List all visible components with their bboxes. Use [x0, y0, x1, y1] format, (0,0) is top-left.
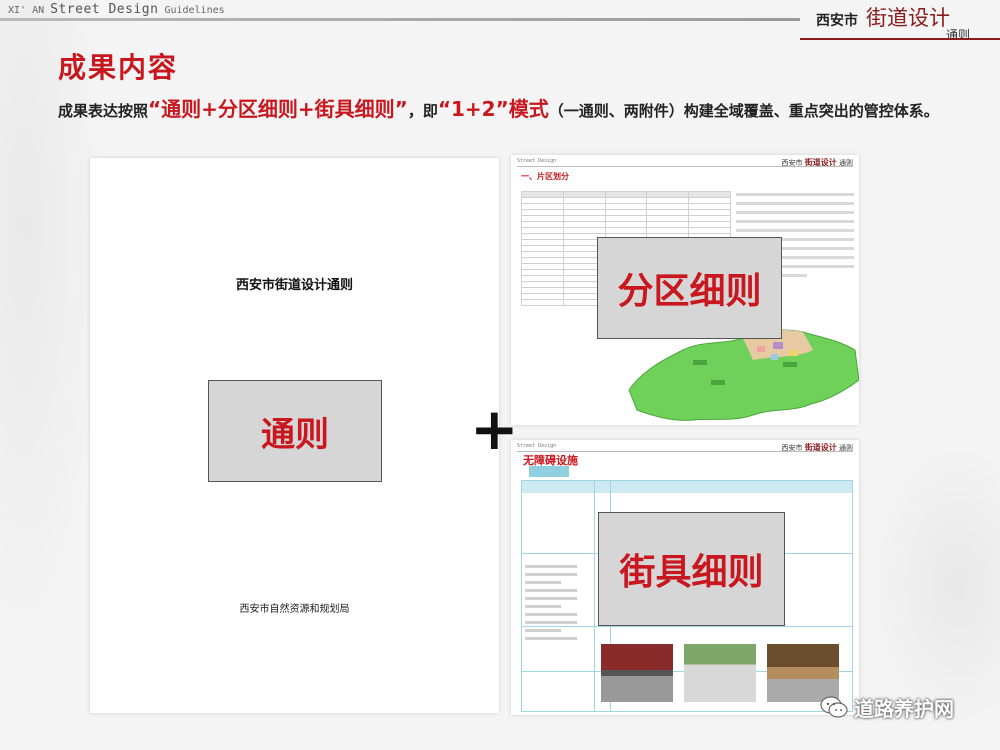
header-prefix: XI' AN [8, 5, 45, 16]
watermark: 道路养护网 [820, 692, 954, 722]
furniture-issue-list [525, 565, 577, 645]
street-furniture-label-box: 街具细则 [598, 512, 785, 626]
zone-section-title: 一、片区划分 [521, 172, 569, 181]
text-line [736, 193, 854, 196]
header-subtitle: 通则 [946, 28, 971, 42]
document-issuer: 西安市自然资源和规划局 [239, 604, 350, 615]
intro-text-3: （一通则、两附件）构建全域覆盖、重点突出的管控体系。 [548, 102, 939, 120]
intro-paragraph: 成果表达按照“通则+分区细则+街具细则”，即“1+2”模式（一通则、两附件）构建… [58, 98, 958, 123]
header-logo: 西安市 街道设计 通则 [800, 0, 1000, 48]
mini-header-rule [517, 166, 853, 167]
intro-quote-1: “通则+分区细则+街具细则” [148, 97, 408, 121]
text-line [525, 629, 562, 632]
intro-text-2: ，即 [407, 102, 438, 120]
text-line [525, 581, 562, 584]
header-brand-name: Street Design [50, 2, 159, 17]
text-line [525, 565, 577, 568]
text-line [525, 597, 577, 600]
text-line [525, 589, 577, 592]
text-line [525, 573, 577, 576]
text-line [525, 613, 577, 616]
wechat-icon [820, 696, 848, 718]
zone-rules-document: Street Design 西安市 街道设计 通则 一、片区划分 分区细则 [511, 155, 859, 425]
intro-text-1: 成果表达按照 [58, 102, 149, 120]
intro-quote-2: “1+2”模式 [437, 97, 549, 121]
zone-rules-label-box: 分区细则 [597, 237, 782, 339]
header-suffix: Guidelines [164, 5, 225, 16]
photo-landscape-area [684, 644, 756, 702]
header-title: 街道设计 [866, 6, 950, 30]
furniture-table-divider [594, 481, 595, 711]
general-rules-label-box: 通则 [208, 380, 382, 482]
header-underline [800, 38, 1000, 40]
furniture-category-tag [529, 466, 569, 477]
document-title: 西安市街道设计通则 [235, 278, 353, 293]
general-rules-document: 西安市街道设计通则 通则 西安市自然资源和规划局 [90, 158, 499, 713]
page-title: 成果内容 [58, 51, 179, 84]
text-line [525, 605, 562, 608]
header-city: 西安市 [816, 13, 858, 29]
text-line [736, 211, 854, 214]
text-line [736, 202, 854, 205]
mini-header-brand: Street Design [517, 158, 557, 164]
watermark-text: 道路养护网 [854, 696, 954, 721]
furniture-table-header [522, 481, 852, 493]
header-rule [0, 18, 800, 21]
photo-traditional-area [601, 644, 673, 702]
zone-table-cell [521, 299, 564, 306]
text-line [736, 220, 854, 223]
text-line [525, 621, 577, 624]
street-furniture-document: Street Design 西安市 街道设计 通则 无障碍设施 街具细则 [511, 440, 859, 715]
furniture-mini-header-brand: Street Design [517, 443, 557, 449]
text-line [525, 637, 577, 640]
text-line [736, 229, 854, 232]
